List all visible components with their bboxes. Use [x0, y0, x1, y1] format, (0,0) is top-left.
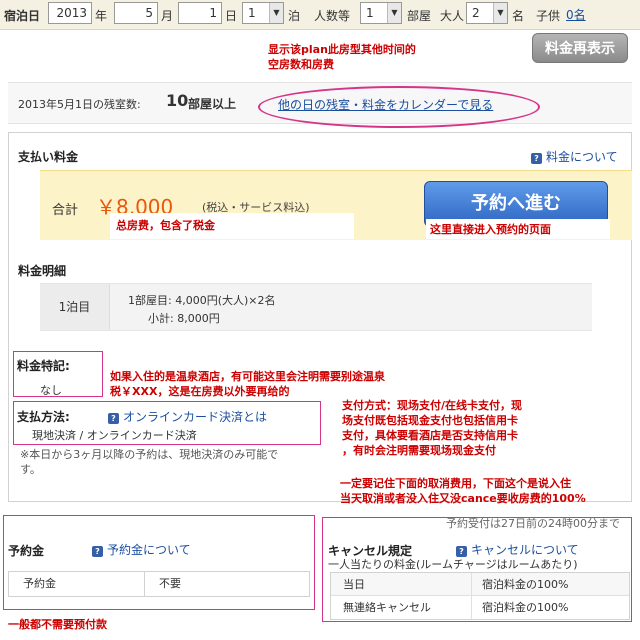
chevron-down-icon: ▼ — [387, 3, 401, 23]
annotation-payment-method: 支付方式：现场支付/在线卡支付，现 场支付既包括现金支付也包括信用卡 支付，具体… — [342, 398, 522, 458]
availability-unit: 部屋以上 — [188, 97, 237, 111]
help-icon: ? — [531, 153, 542, 164]
day-input[interactable]: 1 — [178, 2, 222, 24]
payment-method-value: 現地決済 / オンラインカード決済 — [32, 429, 197, 442]
annotation-plan-other-dates: 显示该plan此房型其他时间的 空房数和房费 — [268, 42, 416, 72]
night-label: 1泊目 — [40, 284, 110, 330]
cancellation-row-label: 無連絡キャンセル — [343, 601, 431, 614]
annotation-line: 如果入住的是温泉酒店，有可能这里会注明需要别途温泉 — [110, 370, 385, 383]
chevron-down-icon: ▼ — [493, 3, 507, 23]
checkin-date-label: 宿泊日 — [4, 9, 41, 23]
annotation-line: 一定要记住下面的取消费用，下面这个是说入住 — [340, 477, 571, 490]
month-input[interactable]: 5 — [114, 2, 158, 24]
annotation-total-fee: 总房费，包含了税金 — [116, 219, 215, 232]
table-row: 当日 宿泊料金の100% — [331, 573, 629, 596]
breakdown-title: 料金明細 — [18, 264, 67, 278]
chevron-down-icon: ▼ — [269, 3, 283, 23]
annotation-line: 场支付既包括现金支付也包括信用卡 — [342, 414, 518, 427]
annotation-line: 显示该plan此房型其他时间的 — [268, 43, 416, 56]
special-note-title: 料金特記: — [17, 359, 70, 373]
children-link[interactable]: 0名 — [566, 6, 586, 23]
annotation-line: 当天取消或者没入住又没cance要收房费的100% — [340, 492, 586, 505]
payment-method-note: ※本日から3ヶ月以降の予約は、現地決済のみ可能で — [20, 448, 279, 461]
help-icon: ? — [92, 546, 103, 557]
annotation-onsen-tax: 如果入住的是温泉酒店，有可能这里会注明需要别途温泉 税￥XXX，这是在房费以外要… — [110, 369, 385, 399]
payment-title: 支払い料金 — [18, 150, 79, 164]
table-row: 無連絡キャンセル 宿泊料金の100% — [331, 596, 629, 619]
breakdown-line: 1部屋目: 4,000円(大人)×2名 — [128, 294, 276, 307]
deposit-table: 予約金 不要 — [8, 571, 310, 597]
cancellation-row-label: 当日 — [343, 578, 365, 591]
annotation-book-here: 这里直接进入预约的页面 — [430, 223, 551, 236]
deposit-row-label: 予約金 — [9, 572, 145, 596]
year-input[interactable]: 2013 — [48, 2, 92, 24]
annotation-line: 税￥XXX，这是在房费以外要再给的 — [110, 385, 290, 398]
availability-count: 10 — [166, 91, 189, 110]
adults-label: 大人 — [440, 9, 465, 23]
adults-value: 2 — [472, 6, 480, 20]
annotation-line: 支付，具体要看酒店是否支持信用卡 — [342, 429, 518, 442]
payment-method-note: す。 — [20, 463, 41, 476]
adults-unit: 名 — [512, 9, 525, 23]
payment-method-title: 支払方法: — [17, 410, 70, 424]
deposit-title: 予約金 — [8, 544, 45, 558]
nights-select[interactable]: 1 ▼ — [242, 2, 284, 24]
cancellation-subtitle: 一人当たりの料金(ルームチャージはルームあたり) — [328, 558, 578, 571]
annotation-deposit: 一般都不需要预付款 — [8, 618, 107, 631]
cancellation-help-label: キャンセルについて — [471, 543, 579, 557]
deposit-help-link[interactable]: ? 予約金について — [92, 541, 191, 558]
annotation-cancellation: 一定要记住下面的取消费用，下面这个是说入住 当天取消或者没入住又没cance要收… — [340, 476, 586, 506]
rooms-value: 1 — [366, 6, 374, 20]
online-card-help-label: オンラインカード決済とは — [123, 410, 268, 424]
year-unit: 年 — [95, 9, 108, 23]
cancellation-row-value: 宿泊料金の100% — [471, 596, 568, 619]
fee-help-link[interactable]: ? 料金について — [531, 148, 618, 165]
annotation-line: 空房数和房费 — [268, 58, 334, 71]
recalculate-price-button[interactable]: 料金再表示 — [532, 33, 628, 63]
cancellation-table: 当日 宿泊料金の100% 無連絡キャンセル 宿泊料金の100% — [330, 572, 630, 620]
help-icon: ? — [108, 413, 119, 424]
annotation-line: 支付方式：现场支付/在线卡支付，现 — [342, 399, 523, 412]
cancellation-row-value: 宿泊料金の100% — [471, 573, 568, 596]
month-unit: 月 — [161, 9, 174, 23]
rooms-select[interactable]: 1 ▼ — [360, 2, 402, 24]
breakdown-subtotal: 小計: 8,000円 — [148, 312, 220, 325]
online-card-help-link[interactable]: ? オンラインカード決済とは — [108, 408, 267, 425]
annotation-line: ，有时会注明需要现场现金支付 — [342, 444, 496, 457]
special-note-value: なし — [40, 384, 62, 397]
people-label: 人数等 — [314, 9, 351, 23]
day-unit: 日 — [225, 9, 238, 23]
annotation-ellipse — [258, 86, 540, 128]
deposit-help-label: 予約金について — [107, 543, 191, 557]
rooms-label: 部屋 — [407, 9, 432, 23]
breakdown-table: 1泊目 1部屋目: 4,000円(大人)×2名 小計: 8,000円 — [40, 283, 592, 331]
nights-value: 1 — [248, 6, 256, 20]
total-label: 合計 — [52, 203, 79, 218]
adults-select[interactable]: 2 ▼ — [466, 2, 508, 24]
deposit-row-value: 不要 — [159, 577, 181, 590]
fee-help-label: 料金について — [546, 150, 618, 164]
nights-unit: 泊 — [288, 9, 301, 23]
search-bar: 宿泊日 2013 年 5 月 1 日 1 ▼ 泊 人数等 1 ▼ 部屋 大人 2… — [0, 0, 640, 30]
availability-label: 2013年5月1日の残室数: — [18, 98, 141, 111]
children-label: 子供 — [536, 9, 561, 23]
